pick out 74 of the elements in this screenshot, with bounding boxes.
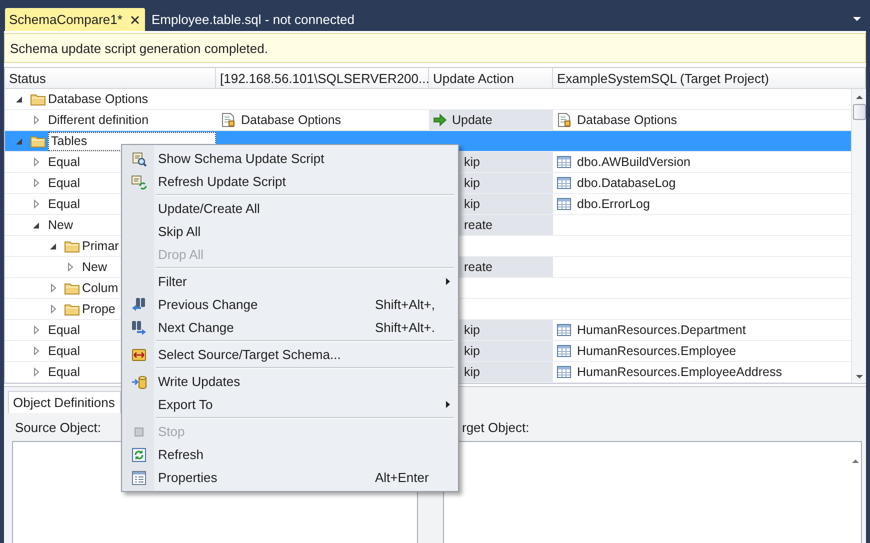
- tree-node-label[interactable]: New: [48, 216, 74, 234]
- scrollbar[interactable]: [851, 89, 866, 383]
- object-name: Database Options: [577, 113, 678, 127]
- object-name: HumanResources.Department: [577, 323, 746, 337]
- column-header[interactable]: [192.168.56.101\SQLSERVER200...: [216, 68, 429, 88]
- column-header[interactable]: Status: [5, 68, 216, 88]
- field-label: Source Object:: [15, 420, 101, 434]
- swap-icon: [131, 346, 147, 362]
- tree-node-label[interactable]: Prope: [82, 300, 116, 318]
- refresh-icon: [131, 446, 147, 462]
- scroll-down-arrow-icon[interactable]: [855, 374, 864, 380]
- table-icon: [556, 343, 572, 359]
- object-name: HumanResources.Employee: [577, 344, 736, 358]
- table-icon: [556, 175, 572, 191]
- script-refresh-icon: [131, 174, 147, 190]
- action-label: Update: [451, 113, 492, 127]
- action-label: reate: [463, 260, 492, 274]
- script-search-icon: [131, 150, 147, 166]
- table-icon: [556, 322, 572, 338]
- menu-item[interactable]: Properties Alt+Enter: [124, 466, 456, 489]
- action-label: kip: [463, 365, 480, 379]
- scroll-up-arrow-icon[interactable]: [851, 458, 860, 464]
- scroll-up-arrow-icon[interactable]: [855, 94, 864, 100]
- action-label: reate: [463, 218, 492, 232]
- document-icon: [556, 112, 572, 128]
- object-name: dbo.ErrorLog: [577, 197, 650, 211]
- tree-node-label[interactable]: Colum: [82, 278, 118, 298]
- panel-tab[interactable]: Object Definitions: [8, 391, 121, 413]
- action-cell[interactable]: Update: [429, 110, 553, 130]
- info-message: Schema update script generation completed.: [4, 33, 866, 63]
- folder-icon: [64, 281, 80, 295]
- table-icon: [556, 196, 572, 212]
- menu-item[interactable]: Refresh: [124, 443, 456, 466]
- field-label: rget Object:: [462, 420, 530, 434]
- properties-icon: [131, 470, 147, 486]
- column-header[interactable]: ExampleSystemSQL (Target Project): [553, 68, 865, 88]
- database-write-icon: [131, 374, 147, 390]
- document-tab[interactable]: SchemaCompare1*: [5, 8, 146, 31]
- action-label: kip: [463, 176, 480, 190]
- action-label: kip: [463, 197, 480, 211]
- close-icon[interactable]: [130, 14, 140, 24]
- dropdown-icon[interactable]: [852, 14, 862, 22]
- tree-node-label[interactable]: New: [82, 258, 108, 276]
- action-label: kip: [463, 344, 480, 358]
- action-label: kip: [463, 323, 480, 337]
- tree-node-label[interactable]: Equal: [48, 174, 80, 192]
- document-tab[interactable]: Employee.table.sql - not connected: [147, 8, 360, 31]
- object-name: dbo.AWBuildVersion: [577, 155, 690, 169]
- folder-icon: [64, 302, 80, 316]
- document-icon: [220, 112, 236, 128]
- table-icon: [556, 364, 572, 380]
- object-name: HumanResources.EmployeeAddress: [577, 365, 782, 379]
- binoculars-icon: [131, 296, 147, 312]
- table-icon: [556, 154, 572, 170]
- object-name: Database Options: [241, 113, 342, 127]
- tree-node-label[interactable]: Equal: [48, 342, 80, 360]
- object-name: dbo.DatabaseLog: [577, 176, 676, 190]
- tree-node-label[interactable]: Equal: [48, 152, 80, 172]
- column-header[interactable]: Update Action: [429, 68, 553, 88]
- action-label: kip: [463, 155, 480, 169]
- scroll-thumb[interactable]: [853, 104, 866, 120]
- arrow-icon: [432, 112, 448, 128]
- tree-node-label[interactable]: Equal: [48, 194, 80, 214]
- tree-node-label[interactable]: Equal: [48, 320, 80, 340]
- tree-node-label[interactable]: Different definition: [48, 110, 149, 130]
- tree-node-label[interactable]: Equal: [48, 362, 80, 382]
- folder-icon: [64, 239, 80, 253]
- binoculars-icon: [131, 320, 147, 336]
- tree-node-label[interactable]: Primar: [82, 236, 119, 256]
- folder-icon: [30, 92, 46, 106]
- menu-item[interactable]: Previous Change Shift+Alt+,: [124, 293, 456, 316]
- tree-node-label[interactable]: Database Options: [48, 90, 148, 108]
- folder-icon: [30, 134, 46, 148]
- menu-item[interactable]: Export To: [124, 393, 456, 416]
